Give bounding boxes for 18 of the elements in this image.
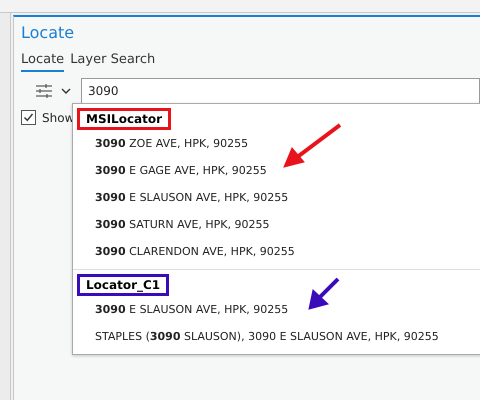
caret-icon[interactable]: [61, 87, 71, 95]
locator-header: Locator_C1: [77, 274, 170, 296]
checkbox[interactable]: [21, 110, 36, 125]
suggestion-item[interactable]: STAPLES (3090 SLAUSON), 3090 E SLAUSON AVE, HPK, 90255: [73, 323, 480, 350]
arrow-annotation: [306, 276, 342, 312]
suggestion-item[interactable]: 3090 ZOE AVE, HPK, 90255: [73, 130, 480, 157]
suggestion-item[interactable]: 3090 E SLAUSON AVE, HPK, 90255: [73, 296, 480, 323]
suggestion-item[interactable]: 3090 CLARENDON AVE, HPK, 90255: [73, 238, 480, 265]
panel-title: Locate: [21, 23, 76, 42]
tab[interactable]: Locate: [21, 50, 64, 72]
locator-header: MSILocator: [77, 108, 172, 130]
suggestion-item[interactable]: 3090 E GAGE AVE, HPK, 90255: [73, 157, 480, 184]
suggestion-item[interactable]: 3090 E SLAUSON AVE, HPK, 90255: [73, 184, 480, 211]
checkmark-icon: [23, 112, 34, 123]
suggestion-item[interactable]: 3090 SATURN AVE, HPK, 90255: [73, 211, 480, 238]
filter-settings-icon[interactable]: [35, 83, 53, 99]
tab[interactable]: Layer Search: [70, 50, 156, 72]
search-field[interactable]: 3090: [81, 78, 480, 104]
